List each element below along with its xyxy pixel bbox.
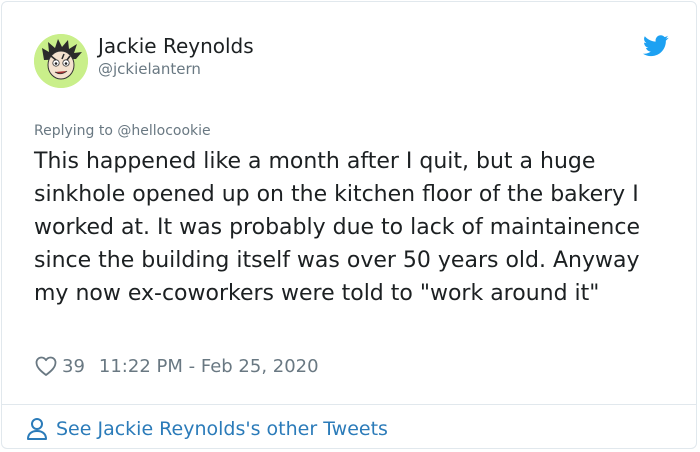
tweet-card: Jackie Reynolds @jckielantern Replying t… xyxy=(1,1,697,449)
tweet-text: This happened like a month after I quit,… xyxy=(34,149,640,306)
divider xyxy=(2,404,696,405)
person-icon xyxy=(27,418,47,440)
see-other-tweets-label[interactable]: See Jackie Reynolds's other Tweets xyxy=(56,418,388,440)
twitter-bird-icon[interactable] xyxy=(643,35,669,57)
see-other-tweets-link[interactable]: See Jackie Reynolds's other Tweets xyxy=(26,416,388,442)
author-handle[interactable]: @jckielantern xyxy=(98,60,201,78)
author-name[interactable]: Jackie Reynolds xyxy=(98,34,254,58)
heart-icon[interactable] xyxy=(34,354,58,378)
avatar-illustration xyxy=(34,34,88,88)
avatar[interactable] xyxy=(34,34,88,88)
replying-to: Replying to @hellocookie xyxy=(34,122,211,140)
tweet-timestamp[interactable]: 11:22 PM - Feb 25, 2020 xyxy=(99,356,319,377)
like-count[interactable]: 39 xyxy=(62,356,85,377)
replying-to-link[interactable]: @hellocookie xyxy=(117,123,210,139)
tweet-meta: 39 11:22 PM - Feb 25, 2020 xyxy=(34,353,319,379)
replying-prefix: Replying to xyxy=(34,123,118,139)
